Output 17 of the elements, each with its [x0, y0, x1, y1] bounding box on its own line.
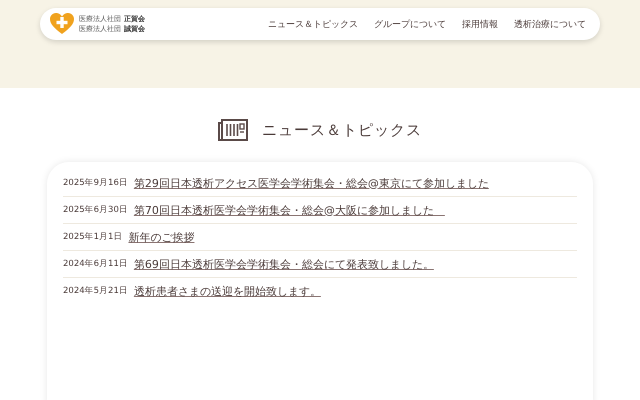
news-link[interactable]: 第69回日本透析医学会学術集会・総会にて発表致しました。: [134, 256, 434, 272]
news-date: 2025年9月16日: [63, 177, 128, 189]
news-date: 2025年1月1日: [63, 231, 122, 243]
nav-link[interactable]: グループについて: [374, 18, 446, 30]
news-link[interactable]: 第70回日本透析医学会学術集会・総会@大阪に参加しました: [134, 202, 445, 218]
nav-link[interactable]: 採用情報: [462, 18, 498, 30]
news-date: 2024年6月11日: [63, 258, 128, 270]
newspaper-icon: [218, 119, 248, 141]
news-link[interactable]: 新年のご挨拶: [128, 230, 194, 244]
news-link[interactable]: 第29回日本透析アクセス医学会学術集会・総会@東京にて参加しました: [134, 176, 489, 190]
heart-cross-logo-icon[interactable]: [50, 13, 74, 35]
news-date: 2025年6月30日: [63, 204, 128, 216]
news-date: 2024年5月21日: [63, 285, 128, 297]
section-title: ニュース＆トピックス: [262, 120, 422, 140]
nav-link[interactable]: 透析治療について: [514, 18, 586, 30]
nav-link[interactable]: ニュース＆トピックス: [268, 18, 358, 30]
news-link[interactable]: 透析患者さまの送迎を開始致します。: [134, 284, 321, 298]
